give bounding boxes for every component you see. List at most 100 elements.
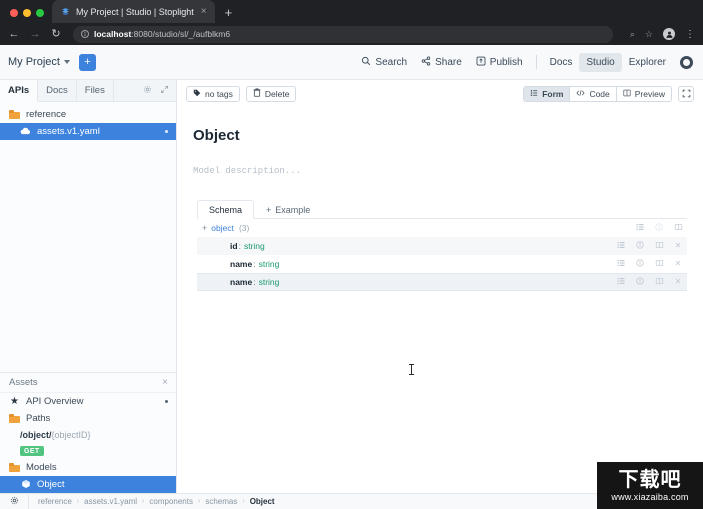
tree-item-reference[interactable]: reference	[0, 106, 176, 123]
view-mode-form[interactable]: Form	[524, 86, 571, 101]
nav-explorer-label: Explorer	[628, 56, 666, 68]
reload-icon[interactable]: ↻	[50, 28, 62, 40]
remove-icon[interactable]: ✕	[674, 242, 682, 250]
gear-icon[interactable]	[0, 496, 28, 507]
profile-avatar-icon[interactable]	[663, 28, 675, 40]
info-icon[interactable]	[655, 223, 663, 233]
assets-path-method-row[interactable]: GET	[0, 443, 176, 459]
info-icon[interactable]	[636, 241, 644, 251]
remove-icon[interactable]: ✕	[674, 278, 682, 286]
user-avatar[interactable]	[680, 55, 693, 69]
window-traffic-lights[interactable]	[8, 9, 52, 23]
assets-item-paths[interactable]: Paths	[0, 410, 176, 427]
back-icon[interactable]: ←	[8, 28, 20, 40]
book-icon[interactable]	[655, 259, 664, 269]
schema-row-id[interactable]: id : string ✕	[197, 237, 687, 255]
breadcrumb-item-2[interactable]: components	[149, 497, 193, 506]
nav-explorer[interactable]: Explorer	[622, 53, 673, 72]
gear-icon[interactable]	[143, 85, 152, 96]
schema-row-name-key[interactable]: name	[230, 259, 252, 269]
close-window-button[interactable]	[10, 9, 18, 17]
sidebar-tab-apis[interactable]: APIs	[0, 80, 39, 102]
address-bar-url: localhost:8080/studio/sl/_/aufblkm6	[94, 29, 230, 39]
fullscreen-button[interactable]	[678, 85, 694, 102]
schema-row-id-type[interactable]: string	[244, 241, 265, 251]
publish-button[interactable]: Publish	[469, 52, 530, 73]
address-bar[interactable]: i localhost:8080/studio/sl/_/aufblkm6	[73, 25, 613, 43]
plus-icon: +	[266, 204, 272, 215]
schema-row-name-editing-type[interactable]: string	[259, 277, 280, 287]
code-icon	[576, 89, 585, 99]
tree-item-assets-yaml[interactable]: assets.v1.yaml	[0, 123, 176, 140]
zoom-icon[interactable]: ⌕	[630, 29, 635, 40]
schema-row-id-key[interactable]: id	[230, 241, 238, 251]
schema-row-name-editing-key[interactable]: name	[230, 277, 252, 287]
forward-icon[interactable]: →	[29, 28, 41, 40]
site-info-icon[interactable]: i	[81, 30, 89, 38]
sidebar-tab-docs[interactable]: Docs	[38, 80, 77, 101]
browser-tab-title: My Project | Studio | Stoplight	[76, 6, 194, 17]
schema-row-root[interactable]: + object (3)	[197, 219, 687, 237]
nav-docs[interactable]: Docs	[543, 53, 580, 72]
list-icon[interactable]	[636, 223, 644, 233]
share-button[interactable]: Share	[414, 52, 469, 73]
publish-label: Publish	[489, 56, 523, 68]
schema-row-name[interactable]: name : string ✕	[197, 255, 687, 273]
add-new-button[interactable]: +	[78, 53, 96, 71]
list-icon[interactable]	[617, 259, 625, 269]
folder-icon	[9, 414, 20, 423]
info-icon[interactable]	[636, 259, 644, 269]
assets-path-object[interactable]: /object/{objectID}	[0, 427, 176, 443]
search-button[interactable]: Search	[354, 52, 414, 73]
schema-tree: + object (3) id: string ✕ name: string…	[197, 219, 687, 291]
browser-chrome: My Project | Studio | Stoplight × + ← → …	[0, 0, 703, 45]
breadcrumb-item-0[interactable]: reference	[38, 497, 72, 506]
assets-item-paths-label: Paths	[26, 413, 51, 424]
browser-menu-icon[interactable]: ⋮	[685, 29, 695, 39]
view-mode-form-label: Form	[542, 88, 564, 99]
expand-toggle-icon[interactable]: +	[197, 223, 211, 233]
bookmark-icon[interactable]: ☆	[645, 29, 653, 40]
schema-row-name-type[interactable]: string	[259, 259, 280, 269]
tag-icon	[193, 89, 201, 99]
assets-item-api-overview[interactable]: ★ API Overview	[0, 393, 176, 410]
url-path: :8080/studio/sl/_/aufblkm6	[131, 29, 231, 39]
remove-icon[interactable]: ✕	[674, 260, 682, 268]
delete-button[interactable]: Delete	[245, 85, 297, 102]
close-icon[interactable]: ×	[162, 377, 168, 388]
view-mode-preview[interactable]: Preview	[617, 87, 671, 101]
tab-add-example[interactable]: + Example	[254, 200, 322, 218]
sidebar-tab-files[interactable]: Files	[77, 80, 114, 101]
breadcrumb-item-1[interactable]: assets.v1.yaml	[84, 497, 137, 506]
new-tab-button[interactable]: +	[225, 6, 233, 19]
browser-tab[interactable]: My Project | Studio | Stoplight ×	[52, 0, 215, 23]
book-icon[interactable]	[674, 223, 683, 233]
schema-row-actions: ✕	[617, 259, 682, 269]
nav-studio[interactable]: Studio	[579, 52, 622, 72]
sidebar-tab-docs-label: Docs	[46, 85, 68, 96]
tags-label: no tags	[205, 88, 233, 99]
maximize-window-button[interactable]	[36, 9, 44, 17]
model-description-input[interactable]: Model description...	[193, 166, 703, 176]
tags-button[interactable]: no tags	[186, 85, 240, 102]
list-icon[interactable]	[617, 241, 625, 251]
info-icon[interactable]	[636, 277, 644, 287]
star-icon: ★	[10, 396, 19, 407]
tab-schema[interactable]: Schema	[197, 200, 255, 219]
expand-icon[interactable]	[160, 85, 169, 96]
breadcrumb-item-4[interactable]: Object	[250, 497, 275, 506]
close-tab-icon[interactable]: ×	[199, 6, 209, 17]
book-icon[interactable]	[655, 277, 664, 287]
assets-item-api-overview-label: API Overview	[26, 396, 84, 407]
schema-row-name-editing[interactable]: name : string ✕	[197, 273, 687, 291]
list-icon[interactable]	[617, 277, 625, 287]
assets-item-object[interactable]: Object	[0, 476, 176, 493]
app-header-actions: Search Share Publish Docs Studio Explore…	[354, 52, 693, 73]
book-icon[interactable]	[655, 241, 664, 251]
view-mode-code[interactable]: Code	[570, 86, 617, 101]
cloud-icon	[20, 127, 31, 137]
breadcrumb-item-3[interactable]: schemas	[205, 497, 237, 506]
assets-item-models[interactable]: Models	[0, 459, 176, 476]
project-selector[interactable]: My Project	[8, 56, 70, 68]
minimize-window-button[interactable]	[23, 9, 31, 17]
